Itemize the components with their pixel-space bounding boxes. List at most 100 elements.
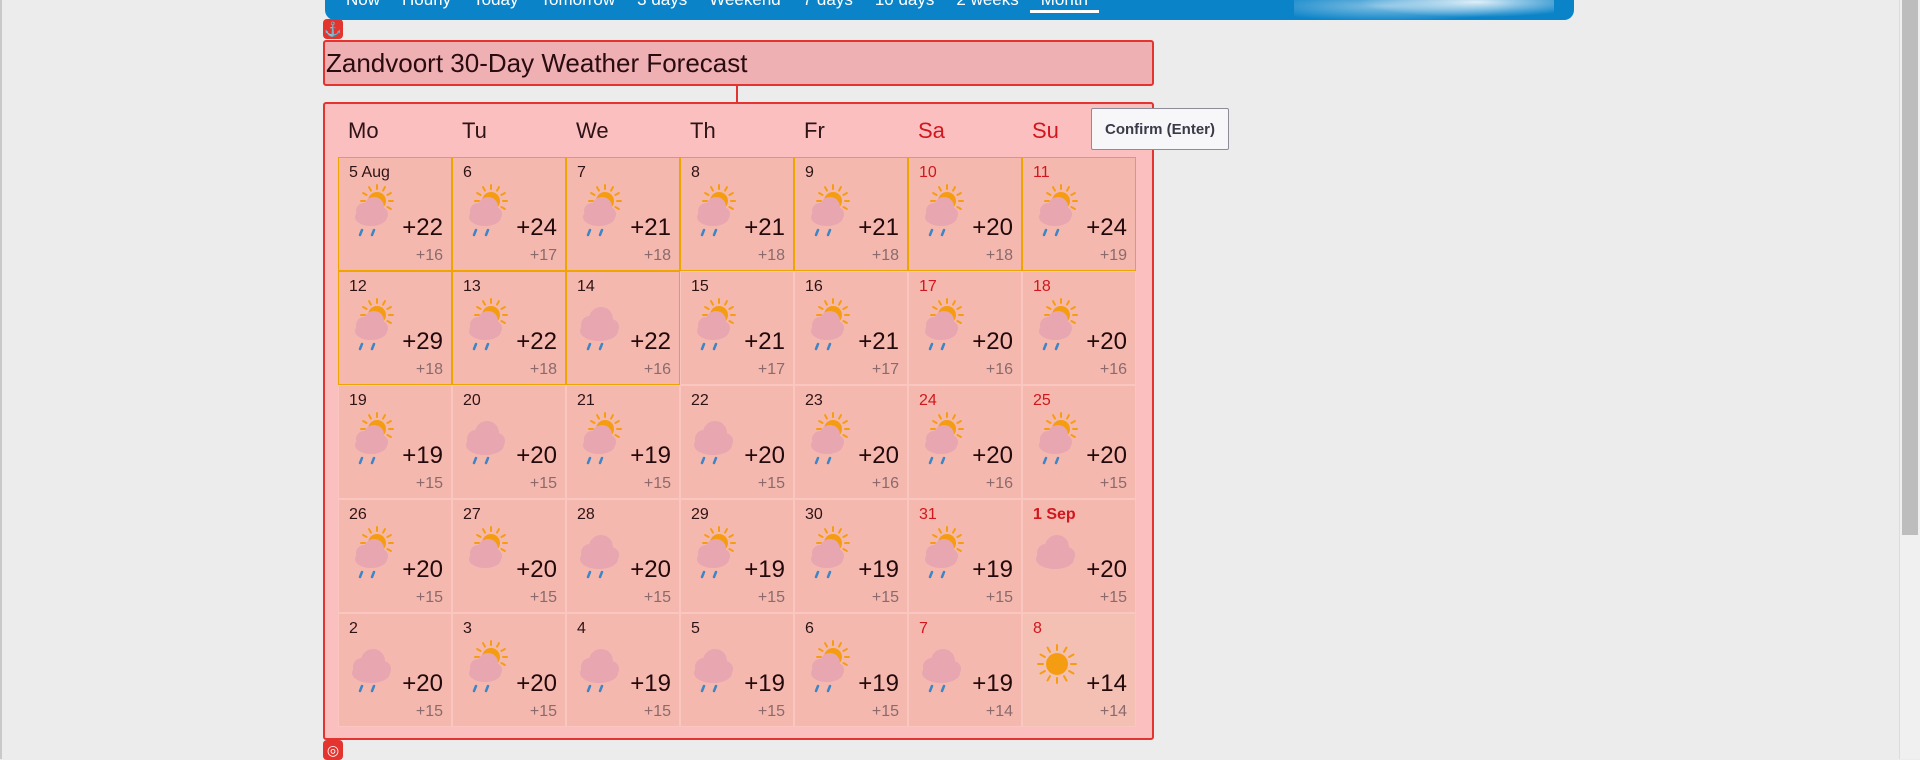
day-cell[interactable]: 25 +20 +15 (1022, 385, 1136, 499)
temp-max: +20 (972, 214, 1013, 241)
weekday-th: Th (690, 118, 716, 143)
partly-cloudy-icon (461, 526, 513, 582)
nav-item-3-days[interactable]: 3 days (626, 0, 698, 13)
nav-item-2-weeks[interactable]: 2 weeks (945, 0, 1029, 13)
day-cell[interactable]: 26 +20 +15 (338, 499, 452, 613)
temp-min: +15 (529, 703, 557, 720)
temp-min: +15 (1099, 589, 1127, 606)
weekday-we: We (576, 118, 609, 143)
temp-min: +16 (985, 475, 1013, 492)
day-cell[interactable]: 14 +22 +16 (566, 271, 680, 385)
temp-max: +20 (1086, 442, 1127, 469)
day-cell[interactable]: 12 +29 +18 (338, 271, 452, 385)
nav-item-tomorrow[interactable]: Tomorrow (530, 0, 627, 13)
cloudy-rain-icon (347, 640, 399, 696)
target-icon[interactable]: ◎ (323, 740, 343, 760)
temp-max: +19 (630, 670, 671, 697)
partly-cloudy-rain-icon (803, 184, 855, 240)
day-date: 26 (349, 506, 367, 523)
day-date: 24 (919, 392, 937, 409)
nav-item-month[interactable]: Month (1029, 0, 1100, 13)
scrollbar[interactable] (1899, 0, 1920, 759)
temp-max: +19 (858, 670, 899, 697)
day-cell[interactable]: 8 +14 +14 (1022, 613, 1136, 727)
weekday-fr: Fr (804, 118, 825, 143)
day-cell[interactable]: 17 +20 +16 (908, 271, 1022, 385)
day-date: 3 (463, 620, 472, 637)
nav-item-10-days[interactable]: 10 days (864, 0, 946, 13)
day-cell[interactable]: 7 +21 +18 (566, 157, 680, 271)
anchor-icon[interactable]: ⚓ (323, 19, 343, 39)
temp-min: +15 (415, 703, 443, 720)
temp-min: +15 (529, 475, 557, 492)
nav-item-weekend[interactable]: Weekend (698, 0, 792, 13)
day-cell[interactable]: 6 +24 +17 (452, 157, 566, 271)
temp-max: +21 (744, 214, 785, 241)
day-date: 2 (349, 620, 358, 637)
day-date: 12 (349, 278, 367, 295)
temp-max: +24 (1086, 214, 1127, 241)
partly-cloudy-rain-icon (347, 412, 399, 468)
temp-max: +19 (972, 670, 1013, 697)
confirm-button[interactable]: Confirm (Enter) (1091, 108, 1229, 150)
day-date: 31 (919, 506, 937, 523)
day-date: 21 (577, 392, 595, 409)
day-cell[interactable]: 18 +20 +16 (1022, 271, 1136, 385)
day-cell[interactable]: 8 +21 +18 (680, 157, 794, 271)
day-cell[interactable]: 27 +20 +15 (452, 499, 566, 613)
day-cell[interactable]: 5 +19 +15 (680, 613, 794, 727)
day-date: 5 (691, 620, 700, 637)
day-cell[interactable]: 2 +20 +15 (338, 613, 452, 727)
day-cell[interactable]: 15 +21 +17 (680, 271, 794, 385)
partly-cloudy-rain-icon (347, 184, 399, 240)
day-cell[interactable]: 31 +19 +15 (908, 499, 1022, 613)
temp-min: +18 (871, 247, 899, 264)
day-cell[interactable]: 4 +19 +15 (566, 613, 680, 727)
partly-cloudy-rain-icon (1031, 412, 1083, 468)
scrollbar-thumb[interactable] (1902, 0, 1918, 535)
day-cell[interactable]: 13 +22 +18 (452, 271, 566, 385)
nav-item-hourly[interactable]: Hourly (391, 0, 462, 13)
day-cell[interactable]: 6 +19 +15 (794, 613, 908, 727)
partly-cloudy-rain-icon (1031, 184, 1083, 240)
temp-min: +15 (757, 703, 785, 720)
day-cell[interactable]: 9 +21 +18 (794, 157, 908, 271)
day-cell[interactable]: 20 +20 +15 (452, 385, 566, 499)
temp-max: +19 (858, 556, 899, 583)
day-cell[interactable]: 24 +20 +16 (908, 385, 1022, 499)
day-cell[interactable]: 19 +19 +15 (338, 385, 452, 499)
partly-cloudy-rain-icon (1031, 298, 1083, 354)
day-date: 7 (919, 620, 928, 637)
day-cell[interactable]: 5 Aug +22 +16 (338, 157, 452, 271)
day-date: 1 Sep (1033, 506, 1076, 523)
temp-min: +18 (757, 247, 785, 264)
day-cell[interactable]: 30 +19 +15 (794, 499, 908, 613)
day-cell[interactable]: 3 +20 +15 (452, 613, 566, 727)
day-cell[interactable]: 23 +20 +16 (794, 385, 908, 499)
day-cell[interactable]: 1 Sep +20 +15 (1022, 499, 1136, 613)
temp-min: +18 (415, 361, 443, 378)
temp-min: +17 (871, 361, 899, 378)
day-cell[interactable]: 22 +20 +15 (680, 385, 794, 499)
temp-min: +15 (643, 703, 671, 720)
day-date: 11 (1033, 164, 1050, 181)
day-cell[interactable]: 11 +24 +19 (1022, 157, 1136, 271)
partly-cloudy-rain-icon (917, 412, 969, 468)
day-cell[interactable]: 29 +19 +15 (680, 499, 794, 613)
day-cell[interactable]: 7 +19 +14 (908, 613, 1022, 727)
cloudy-icon (1031, 526, 1083, 582)
partly-cloudy-rain-icon (575, 184, 627, 240)
partly-cloudy-rain-icon (461, 298, 513, 354)
day-date: 25 (1033, 392, 1051, 409)
day-cell[interactable]: 16 +21 +17 (794, 271, 908, 385)
nav-item-now[interactable]: Now (335, 0, 391, 13)
nav-items: NowHourlyTodayTomorrow3 daysWeekend7 day… (335, 0, 1100, 13)
day-date: 7 (577, 164, 586, 181)
day-cell[interactable]: 10 +20 +18 (908, 157, 1022, 271)
nav-item-today[interactable]: Today (462, 0, 529, 13)
day-cell[interactable]: 21 +19 +15 (566, 385, 680, 499)
temp-max: +20 (516, 442, 557, 469)
partly-cloudy-rain-icon (803, 640, 855, 696)
nav-item-7-days[interactable]: 7 days (792, 0, 864, 13)
day-cell[interactable]: 28 +20 +15 (566, 499, 680, 613)
